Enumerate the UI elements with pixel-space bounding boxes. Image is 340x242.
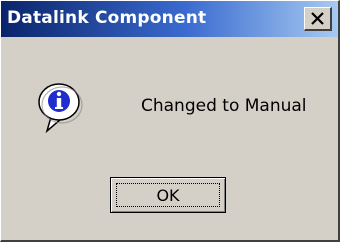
ok-button[interactable]: OK — [110, 177, 226, 213]
close-button[interactable] — [304, 7, 332, 31]
dialog-message: Changed to Manual — [141, 96, 307, 116]
window-title: Datalink Component — [7, 8, 207, 28]
title-bar[interactable]: Datalink Component — [1, 1, 338, 37]
close-icon — [311, 12, 324, 25]
information-icon — [37, 81, 83, 134]
message-dialog: Datalink Component Changed to Manual OK — [0, 0, 340, 242]
ok-button-label: OK — [156, 186, 180, 205]
